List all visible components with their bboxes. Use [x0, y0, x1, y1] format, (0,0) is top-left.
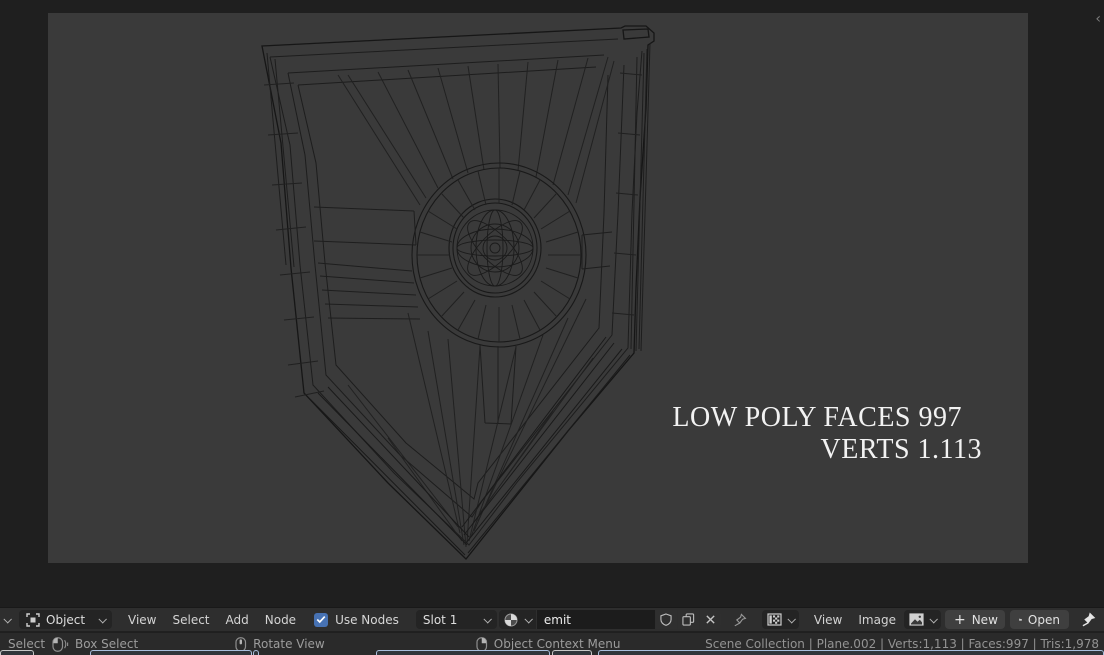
- sidebar-collapse-arrow[interactable]: ‹: [1095, 12, 1101, 26]
- keymap-hint-label: Object Context Menu: [494, 637, 621, 651]
- plus-icon: +: [954, 614, 966, 626]
- use-nodes-toggle[interactable]: Use Nodes: [314, 613, 399, 627]
- status-bar: Select Box Select Rotate View Object C: [0, 633, 1104, 655]
- folder-icon: [1019, 614, 1022, 625]
- image-editor-viewport: LOW POLY FACES 997 VERTS 1.113 ‹: [0, 0, 1104, 607]
- use-nodes-label[interactable]: Use Nodes: [335, 613, 399, 627]
- mode-dropdown-label: Object: [46, 613, 85, 627]
- keymap-hint-context-menu: Object Context Menu: [476, 637, 621, 652]
- shield-icon: [660, 613, 672, 626]
- menu-view-left[interactable]: View: [120, 610, 164, 629]
- keymap-hint-label: Select: [8, 637, 45, 651]
- image-browse-icon: [909, 613, 924, 626]
- editor-type-dropdown[interactable]: [762, 610, 799, 629]
- pin-material-button[interactable]: [729, 610, 751, 629]
- image-editor-icon: [767, 613, 782, 626]
- chevron-down-icon: [787, 615, 795, 623]
- slot-dropdown[interactable]: Slot 1: [416, 610, 497, 629]
- menu-add[interactable]: Add: [218, 610, 257, 629]
- keymap-hint-rotate-view: Rotate View: [235, 637, 325, 652]
- overlay-text-faces: LOW POLY FACES 997: [672, 402, 962, 434]
- overlay-text-verts: VERTS 1.113: [821, 434, 982, 466]
- chevron-down-icon: [524, 615, 532, 623]
- chevron-down-icon: [929, 615, 937, 623]
- image-browse-dropdown[interactable]: [904, 610, 941, 629]
- menu-select[interactable]: Select: [164, 610, 217, 629]
- keymap-hint-label: Rotate View: [253, 637, 325, 651]
- mouse-middle-icon: [235, 637, 247, 652]
- menu-image[interactable]: Image: [850, 610, 904, 629]
- fake-user-button[interactable]: [656, 610, 677, 629]
- editor-type-chevron-stub[interactable]: [3, 615, 11, 623]
- blender-window: LOW POLY FACES 997 VERTS 1.113 ‹ Object …: [0, 0, 1104, 655]
- material-sphere-icon: [504, 613, 518, 627]
- rendered-image-canvas[interactable]: LOW POLY FACES 997 VERTS 1.113: [48, 13, 1028, 563]
- close-icon: [705, 614, 716, 625]
- image-datablock-widget: + New Open: [904, 610, 1104, 629]
- pin-icon: [733, 613, 747, 627]
- object-mode-icon: [26, 613, 40, 627]
- mode-dropdown[interactable]: Object: [19, 610, 112, 629]
- keymap-hint-select: Select: [8, 637, 45, 651]
- material-datablock-widget: [499, 610, 721, 629]
- new-image-button[interactable]: + New: [945, 610, 1005, 629]
- shield-wireframe: [48, 13, 1028, 563]
- slot-dropdown-label: Slot 1: [423, 613, 457, 627]
- menu-node[interactable]: Node: [257, 610, 304, 629]
- duplicate-data-button[interactable]: [678, 610, 699, 629]
- copy-icon: [682, 613, 695, 626]
- chevron-down-icon: [98, 615, 106, 623]
- new-button-label: New: [972, 613, 998, 627]
- unlink-data-button[interactable]: [700, 610, 721, 629]
- open-button-label: Open: [1028, 613, 1060, 627]
- mouse-left-drag-icon: [52, 637, 69, 652]
- keymap-hint-box-select: Box Select: [52, 637, 138, 652]
- editor-header-toolbar: Object View Select Add Node Use Nodes Sl…: [0, 607, 1104, 632]
- open-image-button[interactable]: Open: [1010, 610, 1069, 629]
- pin-image-button[interactable]: [1077, 610, 1100, 629]
- material-name-input[interactable]: [537, 610, 655, 629]
- pin-icon: [1081, 612, 1096, 627]
- checkbox-checked-icon[interactable]: [314, 613, 328, 627]
- check-icon: [316, 615, 326, 624]
- menu-view-right[interactable]: View: [806, 610, 850, 629]
- material-browse-button[interactable]: [499, 610, 536, 629]
- chevron-down-icon: [483, 615, 491, 623]
- scene-statistics: Scene Collection | Plane.002 | Verts:1,1…: [705, 637, 1099, 651]
- mouse-right-icon: [476, 637, 488, 652]
- keymap-hint-label: Box Select: [75, 637, 138, 651]
